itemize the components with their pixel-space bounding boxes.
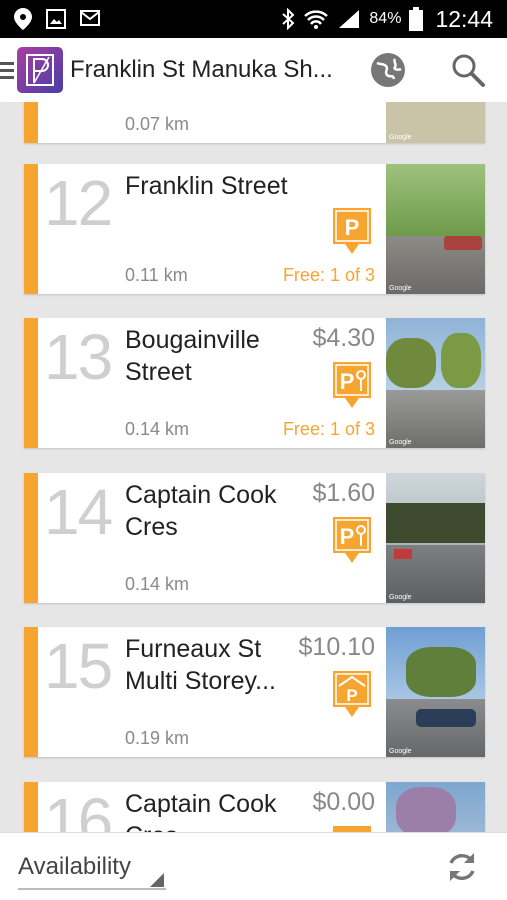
item-name: Franklin Street: [125, 172, 288, 200]
svg-text:P: P: [345, 215, 360, 240]
globe-icon[interactable]: [369, 51, 407, 89]
distance: 0.14 km: [125, 574, 190, 594]
parking-list[interactable]: 0.07 km Google 12 Franklin Street P 0.11…: [0, 102, 507, 832]
list-item[interactable]: 14 Captain Cook Cres $1.60 P 0.14 km Goo…: [24, 473, 485, 603]
signal-icon: [339, 10, 360, 28]
svg-text:P: P: [346, 686, 357, 705]
list-item[interactable]: 13 Bougainville Street $4.30 P 0.14 km F…: [24, 318, 485, 448]
location-icon: [14, 8, 32, 30]
street-view-thumbnail[interactable]: Google: [386, 164, 485, 294]
street-view-thumbnail[interactable]: Google: [386, 102, 485, 143]
wifi-icon: [304, 10, 329, 29]
price: $1.60: [312, 479, 375, 507]
battery-icon: [409, 7, 424, 31]
bottom-bar: Availability: [0, 832, 507, 900]
item-number: 13: [44, 321, 113, 393]
menu-icon[interactable]: [0, 62, 14, 83]
street-view-thumbnail[interactable]: Google: [386, 318, 485, 448]
item-number: 12: [44, 167, 113, 239]
bluetooth-icon: [282, 8, 295, 30]
app-logo[interactable]: [17, 47, 63, 93]
search-icon[interactable]: [450, 52, 486, 88]
item-name: Captain Cook Cres: [125, 481, 277, 541]
dropdown-arrow-icon[interactable]: [150, 873, 164, 887]
app-title: Franklin St Manuka Sh...: [70, 56, 333, 83]
item-name: Bougainville Street: [125, 326, 260, 386]
svg-text:P: P: [340, 369, 355, 394]
availability-text: Free: 1 of 3: [282, 265, 375, 285]
street-view-thumbnail[interactable]: [386, 782, 485, 832]
distance: 0.11 km: [125, 265, 188, 285]
email-icon: [80, 10, 100, 26]
distance: 0.14 km: [125, 419, 190, 439]
item-name: Furneaux St Multi Storey...: [125, 635, 276, 695]
distance: 0.07 km: [125, 114, 190, 134]
item-name: Captain Cook Cres: [125, 790, 277, 832]
parking-garage-icon: P: [333, 671, 371, 717]
price: $10.10: [298, 633, 375, 661]
item-number: 14: [44, 476, 113, 548]
item-number: 16: [44, 785, 113, 832]
app-bar: Franklin St Manuka Sh...: [0, 38, 507, 102]
availability-dropdown[interactable]: Availability: [18, 853, 131, 881]
distance: 0.19 km: [125, 728, 190, 748]
svg-text:P: P: [340, 524, 355, 549]
clock: 12:44: [435, 5, 493, 32]
availability-text: Free: 1 of 3: [282, 419, 375, 439]
list-item[interactable]: 15 Furneaux St Multi Storey... $10.10 P …: [24, 627, 485, 757]
battery-percent: 84%: [369, 10, 402, 27]
price: $0.00: [312, 788, 375, 816]
refresh-icon[interactable]: [444, 849, 480, 885]
item-number: 15: [44, 630, 113, 702]
dropdown-underline: [18, 888, 166, 890]
parking-meter-icon: P: [333, 517, 371, 563]
street-view-thumbnail[interactable]: Google: [386, 627, 485, 757]
price: $4.30: [312, 324, 375, 352]
image-icon: [46, 9, 66, 29]
list-item[interactable]: 0.07 km Google: [24, 102, 485, 143]
parking-meter-icon: P: [333, 362, 371, 408]
status-bar: 84% 12:44: [0, 0, 507, 38]
list-item[interactable]: 12 Franklin Street P 0.11 km Free: 1 of …: [24, 164, 485, 294]
street-view-thumbnail[interactable]: Google: [386, 473, 485, 603]
list-item[interactable]: 16 Captain Cook Cres $0.00: [24, 782, 485, 832]
parking-icon: P: [333, 208, 371, 254]
